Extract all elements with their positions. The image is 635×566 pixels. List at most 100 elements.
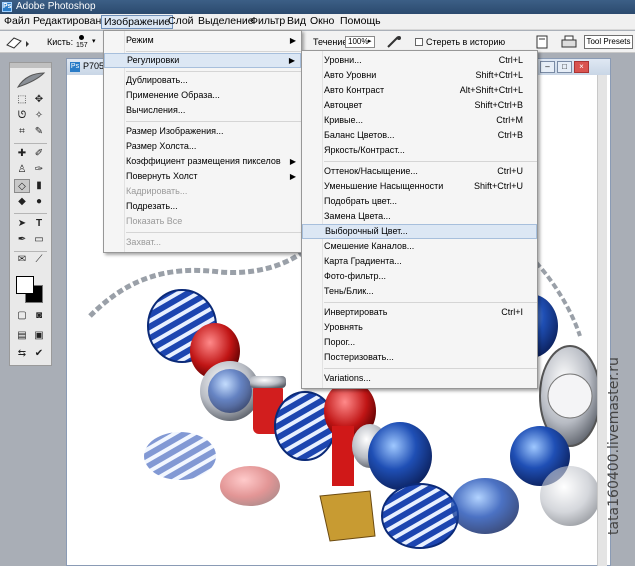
printer-icon[interactable] bbox=[560, 35, 578, 49]
adjustments-submenu: Уровни... Ctrl+L Авто Уровни Shift+Ctrl+L … bbox=[301, 50, 538, 389]
slice-tool-icon[interactable]: ✎ bbox=[31, 125, 47, 139]
adjust-levels[interactable]: Уровни... Ctrl+L bbox=[302, 53, 537, 68]
menu-separator bbox=[324, 302, 537, 303]
photoshop-app-icon: Ps bbox=[2, 2, 12, 12]
eyedropper-tool-icon[interactable]: ⟋ bbox=[31, 253, 47, 267]
blur-tool-icon[interactable]: ◆ bbox=[14, 195, 30, 209]
image-menu-pixel-aspect[interactable]: Коэффициент размещения пикселов ▶ bbox=[104, 154, 301, 169]
adjust-desaturate[interactable]: Уменьшение Насыщенности Shift+Ctrl+U bbox=[302, 179, 537, 194]
standard-mode-icon[interactable]: ▢ bbox=[14, 309, 30, 323]
submenu-arrow-icon: ▶ bbox=[289, 36, 296, 45]
adjust-auto-contrast-label: Авто Контраст bbox=[324, 85, 385, 95]
adjust-curves[interactable]: Кривые... Ctrl+M bbox=[302, 113, 537, 128]
submenu-arrow-icon: ▶ bbox=[289, 172, 296, 181]
menubar: Файл Редактирование Изображение Слой Выд… bbox=[0, 14, 635, 30]
quick-mask-mode-icon[interactable]: ◙ bbox=[31, 309, 47, 323]
toolbox-divider bbox=[14, 143, 47, 144]
image-menu-trap[interactable]: Захват... bbox=[104, 235, 301, 250]
foreground-color-swatch[interactable] bbox=[16, 276, 34, 294]
adjust-threshold[interactable]: Порог... bbox=[302, 335, 537, 350]
menu-image[interactable]: Изображение bbox=[101, 15, 174, 29]
menu-separator bbox=[324, 368, 537, 369]
window-titlebar: Ps Adobe Photoshop bbox=[0, 0, 635, 14]
screen-mode-icon[interactable]: ▤ bbox=[14, 329, 30, 343]
brush-dropdown-icon[interactable]: ▾ bbox=[92, 37, 96, 45]
adjust-variations[interactable]: Variations... bbox=[302, 371, 537, 386]
gradient-tool-icon[interactable]: ▮ bbox=[31, 179, 47, 193]
adjust-shadow-highlight[interactable]: Тень/Блик... bbox=[302, 284, 537, 299]
clone-stamp-tool-icon[interactable]: ♙ bbox=[14, 163, 30, 177]
menu-filter[interactable]: Фильтр bbox=[248, 15, 287, 29]
adjust-hue-saturation[interactable]: Оттенок/Насыщение... Ctrl+U bbox=[302, 164, 537, 179]
adjust-invert[interactable]: Инвертировать Ctrl+I bbox=[302, 305, 537, 320]
shortcut-label: Ctrl+L bbox=[498, 55, 523, 65]
adjust-desaturate-label: Уменьшение Насыщенности bbox=[324, 181, 444, 191]
image-menu-trim[interactable]: Подрезать... bbox=[104, 199, 301, 214]
healing-brush-tool-icon[interactable]: ✚ bbox=[14, 147, 30, 161]
adjust-gradient-map[interactable]: Карта Градиента... bbox=[302, 254, 537, 269]
adjust-selective-color[interactable]: Выборочный Цвет... bbox=[302, 224, 537, 239]
type-tool-icon[interactable]: T bbox=[31, 217, 47, 231]
shape-tool-icon[interactable]: ▭ bbox=[31, 233, 47, 247]
image-menu-adjustments[interactable]: Регулировки ▶ bbox=[104, 53, 301, 68]
image-menu-apply-image[interactable]: Применение Образа... bbox=[104, 88, 301, 103]
menu-view[interactable]: Вид bbox=[285, 15, 308, 29]
close-button[interactable]: × bbox=[574, 61, 589, 73]
airbrush-icon[interactable] bbox=[386, 35, 402, 49]
image-menu-canvas-size[interactable]: Размер Холста... bbox=[104, 139, 301, 154]
edit-in-imageready-icon[interactable]: ✔ bbox=[31, 347, 47, 361]
adjust-match-color[interactable]: Подобрать цвет... bbox=[302, 194, 537, 209]
menu-layer[interactable]: Слой bbox=[166, 15, 196, 29]
eraser-tool-selected-icon[interactable]: ◇ bbox=[14, 179, 30, 193]
maximize-button[interactable]: □ bbox=[557, 61, 572, 73]
image-menu-mode[interactable]: Режим ▶ bbox=[104, 33, 301, 48]
crop-tool-icon[interactable]: ⌗ bbox=[14, 125, 30, 139]
image-menu-reveal-all[interactable]: Показать Все bbox=[104, 214, 301, 229]
adjust-posterize[interactable]: Постеризовать... bbox=[302, 350, 537, 365]
menu-file[interactable]: Файл bbox=[2, 15, 32, 29]
history-brush-tool-icon[interactable]: ✑ bbox=[31, 163, 47, 177]
menu-window[interactable]: Окно bbox=[308, 15, 336, 29]
magic-wand-tool-icon[interactable]: ✧ bbox=[31, 109, 47, 123]
adjust-brightness-contrast[interactable]: Яркость/Контраст... bbox=[302, 143, 537, 158]
adjust-auto-color[interactable]: Автоцвет Shift+Ctrl+B bbox=[302, 98, 537, 113]
adjust-auto-contrast[interactable]: Авто Контраст Alt+Shift+Ctrl+L bbox=[302, 83, 537, 98]
palette-well-icon[interactable] bbox=[536, 35, 548, 49]
menu-separator bbox=[126, 232, 301, 233]
tool-presets-tab[interactable]: Tool Presets bbox=[584, 35, 633, 49]
adjust-auto-levels[interactable]: Авто Уровни Shift+Ctrl+L bbox=[302, 68, 537, 83]
marquee-tool-icon[interactable]: ⬚ bbox=[14, 93, 30, 107]
brush-tool-icon[interactable]: ✐ bbox=[31, 147, 47, 161]
lasso-tool-icon[interactable]: ᘎ bbox=[14, 109, 30, 123]
image-menu-rotate-canvas[interactable]: Повернуть Холст ▶ bbox=[104, 169, 301, 184]
notes-tool-icon[interactable]: ✉ bbox=[14, 253, 30, 267]
move-tool-icon[interactable]: ✥ bbox=[31, 93, 47, 107]
image-menu-duplicate[interactable]: Дублировать... bbox=[104, 73, 301, 88]
brush-preview-icon[interactable] bbox=[79, 35, 84, 40]
adjust-color-balance[interactable]: Баланс Цветов... Ctrl+B bbox=[302, 128, 537, 143]
brush-size: 157 bbox=[76, 42, 88, 49]
jump-to-imageready-icon[interactable]: ⇆ bbox=[14, 347, 30, 361]
menu-help[interactable]: Помощь bbox=[338, 15, 383, 29]
adjust-channel-mixer[interactable]: Смешение Каналов... bbox=[302, 239, 537, 254]
feather-logo-icon[interactable] bbox=[16, 71, 46, 89]
image-menu-image-size[interactable]: Размер Изображения... bbox=[104, 124, 301, 139]
flow-dropdown-icon[interactable]: ▸ bbox=[368, 37, 372, 45]
path-selection-tool-icon[interactable]: ➤ bbox=[14, 217, 30, 231]
adjust-replace-color[interactable]: Замена Цвета... bbox=[302, 209, 537, 224]
erase-to-history-checkbox[interactable] bbox=[415, 38, 423, 46]
adjust-photo-filter[interactable]: Фото-фильтр... bbox=[302, 269, 537, 284]
full-screen-mode-icon[interactable]: ▣ bbox=[31, 329, 47, 343]
eraser-tool-icon[interactable] bbox=[4, 35, 32, 49]
adjust-equalize[interactable]: Уровнять bbox=[302, 320, 537, 335]
pen-tool-icon[interactable]: ✒ bbox=[14, 233, 30, 247]
toolbox-divider bbox=[14, 251, 47, 252]
image-menu-crop[interactable]: Кадрировать... bbox=[104, 184, 301, 199]
image-menu-calculations[interactable]: Вычисления... bbox=[104, 103, 301, 118]
shortcut-label: Ctrl+I bbox=[501, 307, 523, 317]
minimize-button[interactable]: – bbox=[540, 61, 555, 73]
toolbox-grip[interactable] bbox=[10, 63, 51, 68]
menu-select[interactable]: Выделение bbox=[196, 15, 256, 29]
submenu-arrow-icon: ▶ bbox=[288, 56, 295, 65]
dodge-tool-icon[interactable]: ● bbox=[31, 195, 47, 209]
